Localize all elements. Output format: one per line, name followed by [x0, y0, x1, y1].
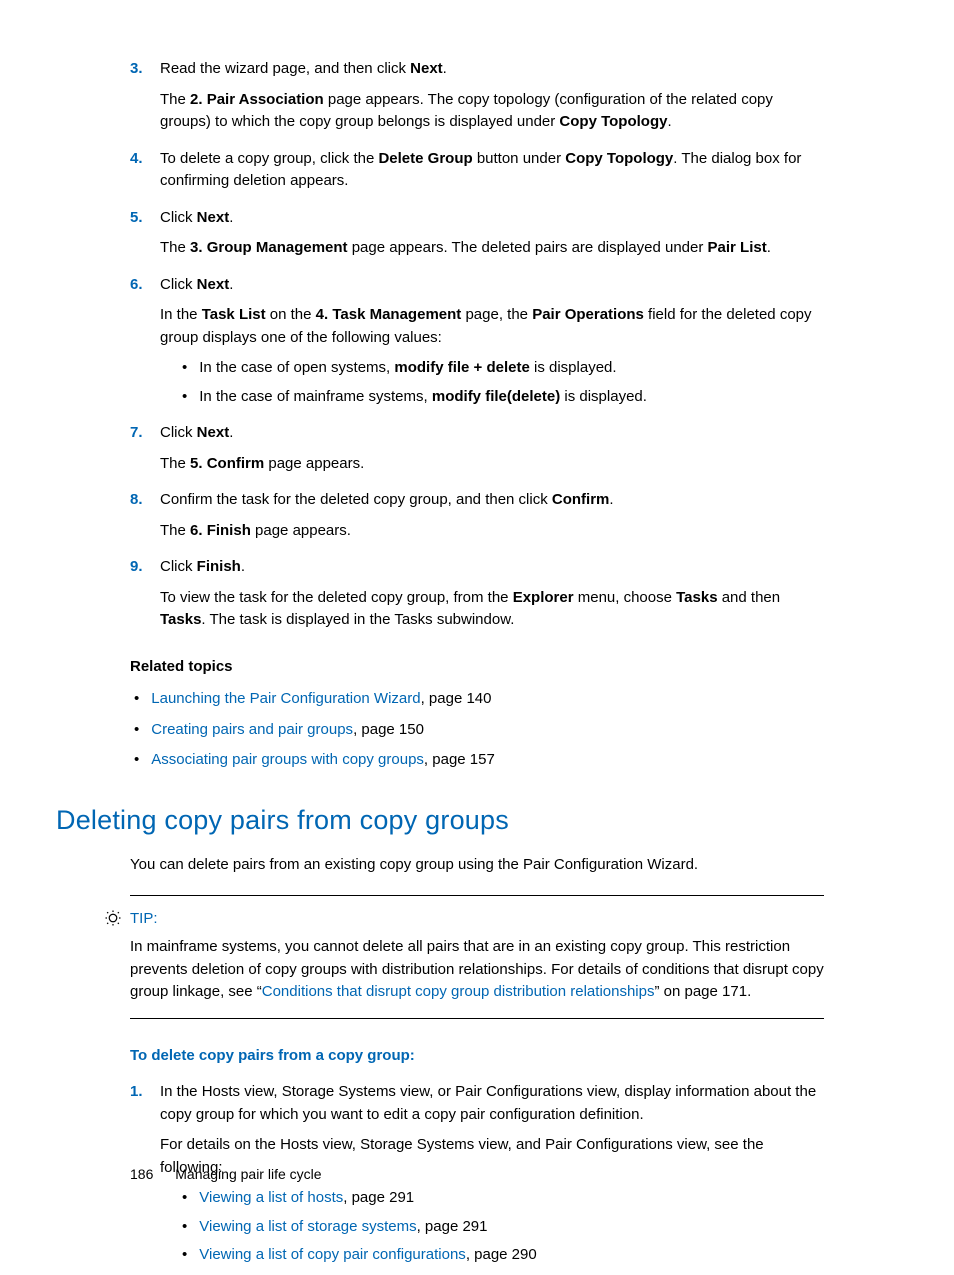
step-number: 6. — [130, 274, 160, 417]
step-text: The 2. Pair Association page appears. Th… — [160, 89, 824, 134]
step-text: Click Next. — [160, 207, 824, 230]
related-heading: Related topics — [130, 656, 824, 679]
step-3: 3. Read the wizard page, and then click … — [130, 58, 824, 142]
related-list: Launching the Pair Configuration Wizard,… — [130, 688, 824, 772]
step-8: 8. Confirm the task for the deleted copy… — [130, 489, 824, 550]
step-body: Click Next. The 3. Group Management page… — [160, 207, 824, 268]
link-viewing-copypair[interactable]: Viewing a list of copy pair configuratio… — [199, 1246, 466, 1263]
step-text: To delete a copy group, click the Delete… — [160, 148, 824, 193]
link-associating-groups[interactable]: Associating pair groups with copy groups — [151, 751, 424, 768]
step-body: Confirm the task for the deleted copy gr… — [160, 489, 824, 550]
step-number: 3. — [130, 58, 160, 142]
step-number: 8. — [130, 489, 160, 550]
step-text: Confirm the task for the deleted copy gr… — [160, 489, 824, 512]
sub-bullet-list: Viewing a list of hosts, page 291 Viewin… — [182, 1187, 824, 1267]
step-text: The 3. Group Management page appears. Th… — [160, 237, 824, 260]
step-text: Click Finish. — [160, 556, 824, 579]
step-number: 5. — [130, 207, 160, 268]
tip-icon — [104, 908, 122, 935]
step-number: 7. — [130, 422, 160, 483]
list-item: In the case of open systems, modify file… — [182, 357, 824, 380]
step-6: 6. Click Next. In the Task List on the 4… — [130, 274, 824, 417]
link-conditions-disrupt[interactable]: Conditions that disrupt copy group distr… — [262, 983, 655, 1000]
section-intro: You can delete pairs from an existing co… — [130, 854, 824, 877]
step-body: Click Next. In the Task List on the 4. T… — [160, 274, 824, 417]
step-text: The 5. Confirm page appears. — [160, 453, 824, 476]
step-text: In the Hosts view, Storage Systems view,… — [160, 1081, 824, 1126]
step-7: 7. Click Next. The 5. Confirm page appea… — [130, 422, 824, 483]
page-number: 186 — [130, 1166, 153, 1182]
related-item: Launching the Pair Configuration Wizard,… — [130, 688, 824, 711]
page-footer: 186 Managing pair life cycle — [130, 1164, 322, 1185]
list-item: Viewing a list of hosts, page 291 — [182, 1187, 824, 1210]
step-9: 9. Click Finish. To view the task for th… — [130, 556, 824, 640]
step-body: To delete a copy group, click the Delete… — [160, 148, 824, 201]
related-item: Associating pair groups with copy groups… — [130, 749, 824, 772]
chapter-title: Managing pair life cycle — [175, 1166, 321, 1182]
link-viewing-storage[interactable]: Viewing a list of storage systems — [199, 1218, 416, 1235]
step-number: 9. — [130, 556, 160, 640]
step-text: Click Next. — [160, 274, 824, 297]
related-topics: Related topics Launching the Pair Config… — [130, 656, 824, 772]
tip-block: TIP: In mainframe systems, you cannot de… — [130, 895, 824, 1019]
list-item: Viewing a list of copy pair configuratio… — [182, 1244, 824, 1267]
procedure-heading: To delete copy pairs from a copy group: — [130, 1045, 824, 1068]
step-body: Read the wizard page, and then click Nex… — [160, 58, 824, 142]
step-text: The 6. Finish page appears. — [160, 520, 824, 543]
step-text: Click Next. — [160, 422, 824, 445]
step-body: Click Next. The 5. Confirm page appears. — [160, 422, 824, 483]
tip-text: In mainframe systems, you cannot delete … — [130, 936, 824, 1004]
step-body: Click Finish. To view the task for the d… — [160, 556, 824, 640]
section-heading: Deleting copy pairs from copy groups — [56, 800, 824, 841]
tip-label: TIP: — [130, 908, 824, 931]
step-text: In the Task List on the 4. Task Manageme… — [160, 304, 824, 349]
step-number: 4. — [130, 148, 160, 201]
step-text: To view the task for the deleted copy gr… — [160, 587, 824, 632]
related-item: Creating pairs and pair groups, page 150 — [130, 719, 824, 742]
link-creating-pairs[interactable]: Creating pairs and pair groups — [151, 721, 353, 738]
list-item: In the case of mainframe systems, modify… — [182, 386, 824, 409]
link-viewing-hosts[interactable]: Viewing a list of hosts — [199, 1189, 343, 1206]
sub-bullet-list: In the case of open systems, modify file… — [182, 357, 824, 408]
link-launching-wizard[interactable]: Launching the Pair Configuration Wizard — [151, 690, 420, 707]
step-text: Read the wizard page, and then click Nex… — [160, 58, 824, 81]
step-4: 4. To delete a copy group, click the Del… — [130, 148, 824, 201]
step-5: 5. Click Next. The 3. Group Management p… — [130, 207, 824, 268]
